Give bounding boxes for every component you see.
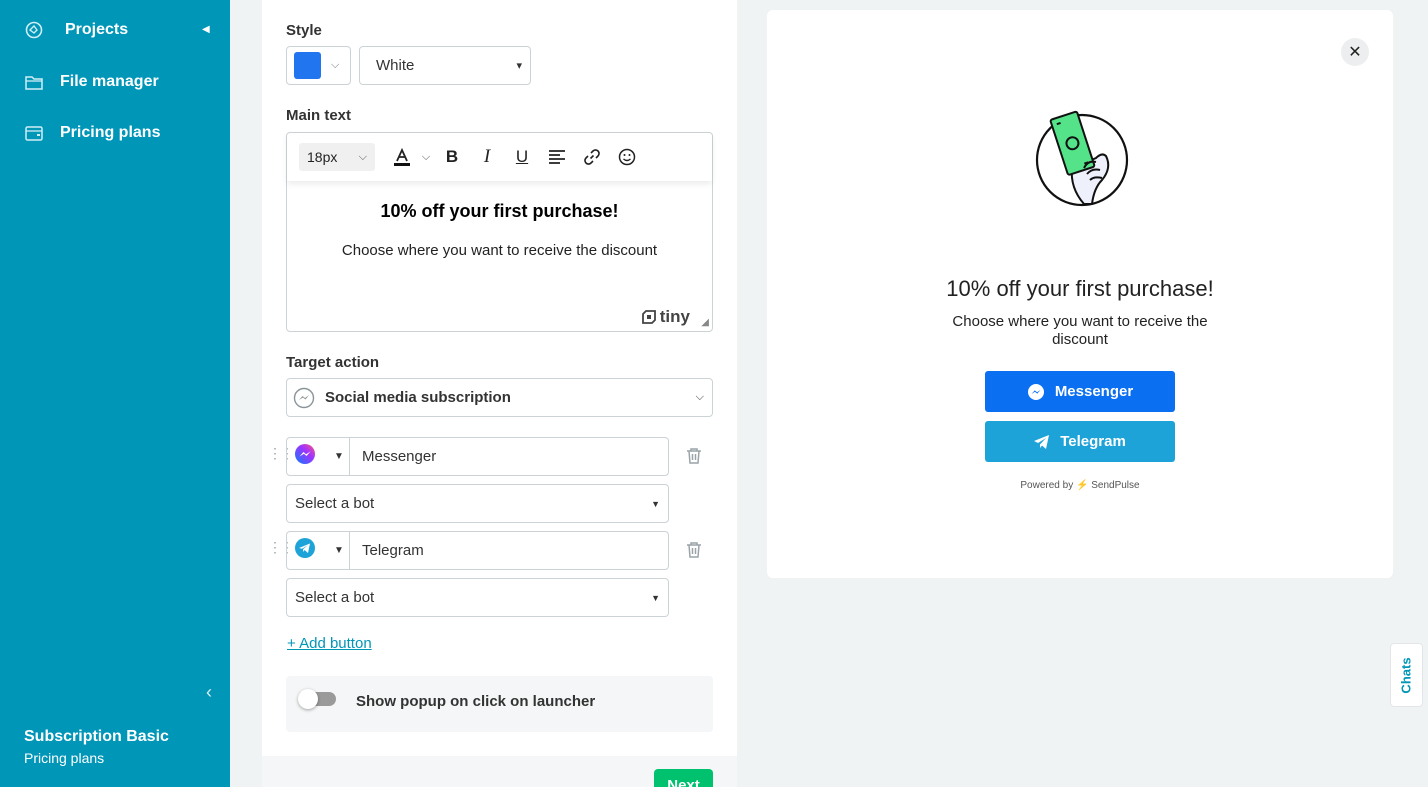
trash-icon[interactable]: [686, 447, 704, 465]
button-icon-select[interactable]: ▼: [286, 437, 350, 476]
plan-name: Subscription Basic: [24, 728, 169, 745]
powered-brand: SendPulse: [1091, 480, 1140, 491]
bot-select-value: Select a bot: [295, 589, 375, 606]
tiny-logo: tiny: [641, 307, 690, 327]
editor-content[interactable]: 10% off your first purchase! Choose wher…: [287, 193, 712, 259]
sidebar-item-label: Projects: [65, 21, 129, 38]
caret-down-icon: ▼: [334, 545, 344, 556]
toggle-knob: [298, 689, 318, 709]
content-text: Choose where you want to receive the dis…: [341, 242, 658, 259]
chevron-down-icon: ⌵: [331, 59, 340, 71]
resize-handle-icon[interactable]: ◢: [701, 317, 709, 328]
link-icon[interactable]: [580, 145, 604, 169]
sidebar-item-file-manager[interactable]: File manager: [24, 72, 159, 92]
powered-prefix: Powered by: [1020, 480, 1074, 491]
sidebar: Projects ◀ File manager Pricing plans ‹ …: [0, 0, 230, 787]
preview-telegram-button[interactable]: Telegram: [985, 421, 1175, 462]
projects-icon: [24, 20, 44, 40]
sidebar-item-label: Pricing plans: [60, 124, 161, 141]
powered-by[interactable]: Powered by ⚡ SendPulse: [767, 480, 1393, 491]
preview-text: Choose where you want to receive the dis…: [952, 313, 1208, 348]
color-swatch: [294, 52, 321, 79]
main-text-label: Main text: [286, 107, 352, 124]
chevron-down-icon: ▾: [516, 60, 522, 72]
align-left-icon[interactable]: [545, 145, 569, 169]
theme-select[interactable]: White ▾: [359, 46, 531, 85]
target-action-select[interactable]: Social media subscription ⌵: [286, 378, 713, 417]
chats-tab[interactable]: Chats: [1390, 643, 1423, 707]
add-button-link[interactable]: + Add button: [287, 635, 372, 652]
color-picker[interactable]: ⌵: [286, 46, 351, 85]
collapse-sidebar-icon[interactable]: ‹: [206, 682, 212, 703]
chats-tab-label: Chats: [1399, 656, 1414, 694]
style-label: Style: [286, 22, 322, 39]
bold-icon[interactable]: B: [440, 145, 464, 169]
telegram-icon: [294, 537, 316, 564]
trash-icon[interactable]: [686, 541, 704, 559]
font-size-value: 18px: [307, 149, 338, 165]
emoji-icon[interactable]: [615, 145, 639, 169]
chevron-down-icon: ⌵: [358, 150, 367, 163]
launcher-toggle[interactable]: [298, 689, 336, 709]
preview-button-label: Telegram: [1060, 433, 1126, 450]
sidebar-item-projects[interactable]: Projects: [24, 20, 128, 40]
italic-icon[interactable]: I: [475, 145, 499, 169]
rich-text-editor: 18px ⌵ ⌵ B I U 10% off your first purcha…: [286, 132, 713, 332]
popup-preview: ✕ 10% off your first purchase! Choose wh…: [767, 10, 1393, 578]
bot-select[interactable]: Select a bot ▼: [286, 578, 669, 617]
sidebar-footer[interactable]: Subscription Basic Pricing plans: [24, 728, 169, 766]
preview-button-label: Messenger: [1054, 383, 1134, 400]
button-name-input[interactable]: Telegram: [349, 531, 669, 570]
plan-subtitle: Pricing plans: [24, 750, 105, 766]
lightning-icon: ⚡: [1075, 480, 1089, 491]
tiny-brand: tiny: [659, 307, 690, 326]
bot-select-value: Select a bot: [295, 495, 375, 512]
caret-down-icon: ▼: [334, 451, 344, 462]
messenger-outline-icon: [293, 387, 315, 409]
sidebar-item-label: File manager: [60, 73, 159, 90]
caret-down-icon: ▼: [651, 498, 660, 509]
theme-select-value: White: [376, 57, 415, 74]
font-size-select[interactable]: 18px ⌵: [299, 143, 375, 171]
chevron-down-icon[interactable]: ⌵: [414, 145, 438, 169]
launcher-toggle-panel: Show popup on click on launcher: [286, 676, 713, 732]
messenger-icon: [294, 443, 316, 470]
money-hand-illustration: [1035, 110, 1129, 207]
target-action-value: Social media subscription: [325, 389, 511, 406]
chevron-down-icon: ⌵: [695, 391, 704, 403]
preview-title: 10% off your first purchase!: [946, 276, 1214, 301]
content-heading: 10% off your first purchase!: [380, 201, 619, 221]
telegram-icon: [1034, 434, 1050, 449]
button-icon-select[interactable]: ▼: [286, 531, 350, 570]
caret-down-icon: ▼: [651, 592, 660, 603]
folder-icon: [24, 72, 44, 92]
launcher-toggle-label: Show popup on click on launcher: [356, 693, 596, 710]
bot-select[interactable]: Select a bot ▼: [286, 484, 669, 523]
underline-icon[interactable]: U: [510, 145, 534, 169]
editor-toolbar: 18px ⌵ ⌵ B I U: [287, 133, 712, 181]
editor-panel: Style ⌵ White ▾ Main text 18px ⌵ ⌵ B I U: [262, 0, 737, 787]
messenger-icon: [1027, 383, 1045, 401]
wallet-icon: [24, 123, 44, 143]
preview-messenger-button[interactable]: Messenger: [985, 371, 1175, 412]
next-button[interactable]: Next: [654, 769, 713, 787]
button-name-input[interactable]: Messenger: [349, 437, 669, 476]
sidebar-item-pricing-plans[interactable]: Pricing plans: [24, 123, 160, 143]
close-icon[interactable]: ✕: [1341, 38, 1369, 66]
text-color-icon[interactable]: [390, 145, 414, 169]
chevron-left-icon[interactable]: ◀: [202, 24, 210, 35]
target-action-label: Target action: [286, 354, 380, 371]
